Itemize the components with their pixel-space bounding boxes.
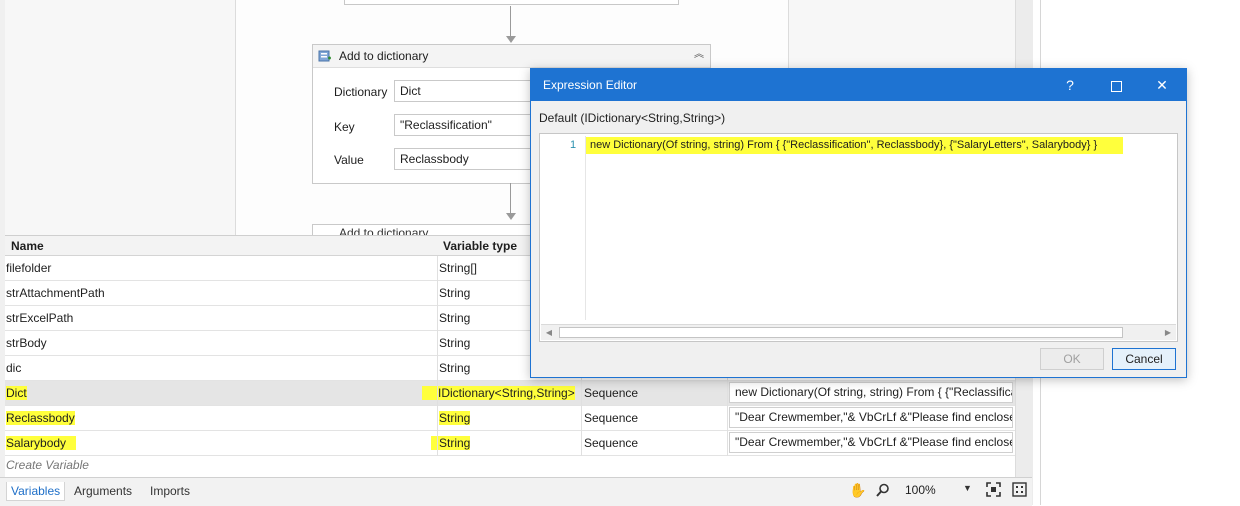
- expression-editor-dialog: Expression Editor ? ✕ Default (IDictiona…: [530, 68, 1187, 378]
- tab-arguments[interactable]: Arguments: [74, 484, 132, 498]
- value-label: Value: [334, 153, 364, 167]
- scroll-right-icon[interactable]: ▶: [1160, 325, 1176, 340]
- table-row[interactable]: Salarybody String Sequence "Dear Crewmem…: [5, 431, 1015, 456]
- connector-line: [510, 6, 511, 36]
- variable-scope[interactable]: Sequence: [583, 381, 723, 405]
- column-divider: [437, 256, 438, 456]
- create-variable-placeholder[interactable]: Create Variable: [6, 458, 89, 472]
- expression-input[interactable]: 1 new Dictionary(Of string, string) From…: [539, 133, 1178, 342]
- fit-to-screen-icon[interactable]: [986, 482, 1001, 497]
- connector-arrow-icon: [506, 36, 516, 43]
- highlighted-name: Dict: [6, 386, 27, 400]
- collapse-icon[interactable]: ︽: [692, 48, 706, 62]
- ok-button[interactable]: OK: [1040, 348, 1104, 370]
- highlighted-type: IDictionary<String,String>: [422, 386, 575, 400]
- highlighted-type: String: [439, 411, 471, 425]
- overview-icon[interactable]: [1012, 482, 1027, 497]
- previous-activity-box[interactable]: [344, 0, 679, 5]
- variable-name[interactable]: Salarybody: [5, 431, 435, 455]
- variable-type[interactable]: IDictionary<String,String>: [421, 381, 581, 405]
- column-header-name[interactable]: Name: [5, 236, 437, 256]
- variable-name[interactable]: strAttachmentPath: [5, 281, 435, 305]
- horizontal-scrollbar[interactable]: ◀ ▶: [541, 324, 1176, 340]
- activity-header[interactable]: Add to dictionary ︽: [313, 45, 710, 68]
- variable-name[interactable]: strExcelPath: [5, 306, 435, 330]
- help-icon[interactable]: ?: [1047, 69, 1093, 101]
- variable-scope[interactable]: Sequence: [583, 406, 723, 430]
- scroll-left-icon[interactable]: ◀: [541, 325, 557, 340]
- dictionary-icon: [318, 50, 331, 62]
- dialog-titlebar[interactable]: Expression Editor ? ✕: [531, 69, 1186, 101]
- variable-scope[interactable]: Sequence: [583, 431, 723, 455]
- variable-default[interactable]: new Dictionary(Of string, string) From {…: [729, 382, 1013, 403]
- table-row-selected[interactable]: Dict IDictionary<String,String> Sequence…: [5, 381, 1015, 406]
- gutter-divider: [585, 136, 586, 320]
- variable-name[interactable]: Reclassbody: [5, 406, 435, 430]
- variable-name[interactable]: dic: [5, 356, 435, 380]
- line-number: 1: [570, 139, 577, 151]
- value-input[interactable]: Reclassbody: [394, 148, 534, 170]
- expression-type-label: Default (IDictionary<String,String>): [539, 111, 726, 125]
- dialog-title: Expression Editor: [543, 78, 638, 92]
- dictionary-input[interactable]: Dict: [394, 80, 534, 102]
- variable-default[interactable]: "Dear Crewmember,"& VbCrLf &"Please find…: [729, 407, 1013, 428]
- activity-title: Add to dictionary: [339, 49, 429, 63]
- variable-type[interactable]: String: [430, 431, 580, 455]
- variable-default[interactable]: "Dear Crewmember,"& VbCrLf &"Please find…: [729, 432, 1013, 453]
- variable-name[interactable]: strBody: [5, 331, 435, 355]
- magnifier-icon[interactable]: [876, 483, 890, 497]
- variable-name[interactable]: filefolder: [5, 256, 435, 280]
- dictionary-label: Dictionary: [334, 85, 388, 99]
- zoom-level[interactable]: 100%: [905, 483, 936, 497]
- expression-code[interactable]: new Dictionary(Of string, string) From {…: [586, 137, 1124, 154]
- close-icon[interactable]: ✕: [1139, 69, 1185, 101]
- variable-type[interactable]: String: [438, 406, 578, 430]
- zoom-dropdown-icon[interactable]: ▼: [963, 483, 972, 493]
- hand-icon[interactable]: ✋: [849, 482, 866, 498]
- tab-imports[interactable]: Imports: [150, 484, 190, 498]
- connector-arrow-icon: [506, 213, 516, 220]
- highlighted-name: Salarybody: [6, 436, 77, 450]
- key-input[interactable]: "Reclassification": [394, 114, 534, 136]
- connector-line: [510, 183, 511, 213]
- variable-name[interactable]: Dict: [5, 381, 435, 405]
- tab-variables[interactable]: Variables: [6, 482, 66, 501]
- highlighted-name: Reclassbody: [6, 411, 75, 425]
- table-row[interactable]: Reclassbody String Sequence "Dear Crewme…: [5, 406, 1015, 431]
- scroll-thumb[interactable]: [559, 327, 1123, 338]
- maximize-icon[interactable]: [1093, 69, 1139, 101]
- cancel-button[interactable]: Cancel: [1112, 348, 1176, 370]
- key-label: Key: [334, 120, 355, 134]
